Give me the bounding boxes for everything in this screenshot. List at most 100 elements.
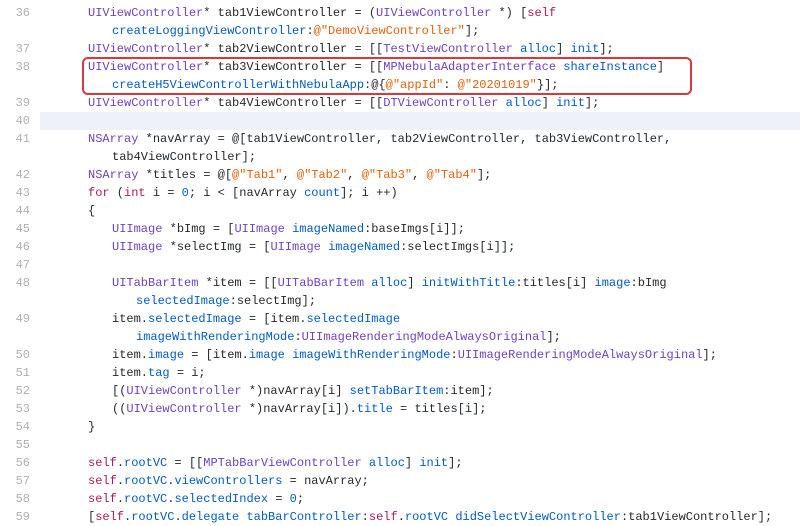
- code-token: 0: [290, 492, 297, 506]
- code-token: UITabBarItem: [112, 276, 198, 290]
- code-line[interactable]: [40, 256, 800, 274]
- code-token: [239, 510, 246, 524]
- code-token: ];: [465, 24, 479, 38]
- code-token: * tab2ViewController = [[: [203, 42, 383, 56]
- code-line[interactable]: for (int i = 0; i < [navArray count]; i …: [40, 184, 800, 202]
- code-line[interactable]: item.tag = i;: [40, 364, 800, 382]
- code-token: UIViewController: [88, 96, 203, 110]
- code-token: @"DemoViewController": [314, 24, 465, 38]
- code-token: count: [304, 186, 340, 200]
- code-token: .: [117, 492, 124, 506]
- code-token: UIImage: [234, 222, 284, 236]
- code-token: UIViewController: [88, 42, 203, 56]
- code-editor: 3637383940414243444546474849505152535455…: [0, 0, 800, 500]
- code-area[interactable]: UIViewController * tab1ViewController = (…: [40, 0, 800, 500]
- code-line[interactable]: item.selectedImage = [item.selectedImage: [40, 310, 800, 328]
- code-line[interactable]: UIImage *bImg = [UIImage imageNamed:base…: [40, 220, 800, 238]
- line-number: 40: [0, 112, 30, 130]
- line-number: 45: [0, 220, 30, 238]
- code-token: *item = [[: [198, 276, 277, 290]
- code-token: :baseImgs[i]];: [364, 222, 465, 236]
- code-token: tab4ViewController];: [112, 150, 256, 164]
- line-number-gutter: 3637383940414243444546474849505152535455…: [0, 0, 40, 500]
- code-token: = [[: [167, 456, 203, 470]
- code-line[interactable]: createH5ViewControllerWithNebulaApp:@{@"…: [40, 76, 800, 94]
- code-token: rootVC: [405, 510, 448, 524]
- code-token: self: [88, 492, 117, 506]
- code-token: shareInstance: [563, 60, 657, 74]
- code-token: UIViewController: [88, 60, 203, 74]
- code-token: image: [249, 348, 285, 362]
- code-line[interactable]: }: [40, 418, 800, 436]
- code-line[interactable]: createLoggingViewController:@"DemoViewCo…: [40, 22, 800, 40]
- line-number: 56: [0, 454, 30, 472]
- code-token: initWithTitle: [422, 276, 516, 290]
- code-line[interactable]: UIImage *selectImg = [UIImage imageNamed…: [40, 238, 800, 256]
- code-token: selectedImage: [136, 294, 230, 308]
- code-token: [362, 456, 369, 470]
- code-token: item.: [112, 366, 148, 380]
- code-token: ]: [556, 42, 570, 56]
- code-token: NSArray: [88, 168, 138, 182]
- code-line[interactable]: imageWithRenderingMode:UIImageRenderingM…: [40, 328, 800, 346]
- code-line[interactable]: selectedImage:selectImg];: [40, 292, 800, 310]
- code-line[interactable]: ((UIViewController *)navArray[i]).title …: [40, 400, 800, 418]
- code-line[interactable]: [(UIViewController *)navArray[i] setTabB…: [40, 382, 800, 400]
- line-number: 49: [0, 310, 30, 328]
- code-line[interactable]: NSArray *titles = @[@"Tab1", @"Tab2", @"…: [40, 166, 800, 184]
- code-token: :selectImg];: [230, 294, 316, 308]
- code-token: ]: [542, 96, 556, 110]
- code-token: ];: [448, 456, 462, 470]
- code-token: [513, 42, 520, 56]
- code-token: UIImage: [270, 240, 320, 254]
- code-token: UIViewController: [126, 402, 241, 416]
- line-number: 53: [0, 400, 30, 418]
- code-line[interactable]: tab4ViewController];: [40, 148, 800, 166]
- code-token: *navArray = @[tab1ViewController, tab2Vi…: [138, 132, 671, 146]
- code-token: = titles[i];: [393, 402, 487, 416]
- code-line[interactable]: self.rootVC.viewControllers = navArray;: [40, 472, 800, 490]
- code-line[interactable]: [40, 112, 800, 130]
- code-token: = [item.: [242, 312, 307, 326]
- code-line[interactable]: UIViewController* tab2ViewController = […: [40, 40, 800, 58]
- line-number: 44: [0, 202, 30, 220]
- code-token: tabBarController: [246, 510, 361, 524]
- code-line[interactable]: [self.rootVC.delegate tabBarController:s…: [40, 508, 800, 526]
- code-token: init: [556, 96, 585, 110]
- code-token: rootVC: [131, 510, 174, 524]
- code-line[interactable]: UITabBarItem *item = [[UITabBarItem allo…: [40, 274, 800, 292]
- code-token: rootVC: [124, 474, 167, 488]
- code-token: *)navArray[i]).: [242, 402, 357, 416]
- code-token: alloc: [520, 42, 556, 56]
- code-line[interactable]: UIViewController* tab1ViewController = (…: [40, 4, 800, 22]
- code-token: [(: [112, 384, 126, 398]
- code-token: UIImageRenderingModeAlwaysOriginal: [302, 330, 547, 344]
- code-token: TestViewController: [383, 42, 513, 56]
- code-line[interactable]: self.rootVC = [[MPTabBarViewController a…: [40, 454, 800, 472]
- code-token: ; i < [navArray: [189, 186, 304, 200]
- code-token: ];: [546, 330, 560, 344]
- code-line[interactable]: {: [40, 202, 800, 220]
- line-number: 57: [0, 472, 30, 490]
- code-line[interactable]: self.rootVC.selectedIndex = 0;: [40, 490, 800, 508]
- code-line[interactable]: NSArray *navArray = @[tab1ViewController…: [40, 130, 800, 148]
- code-token: delegate: [182, 510, 240, 524]
- code-token: * tab4ViewController = [[: [203, 96, 383, 110]
- code-token: ];: [703, 348, 717, 362]
- code-token: [285, 222, 292, 236]
- code-token: init: [419, 456, 448, 470]
- code-token: :item];: [443, 384, 493, 398]
- code-line[interactable]: item.image = [item.image imageWithRender…: [40, 346, 800, 364]
- code-token: {: [88, 204, 95, 218]
- code-token: MPNebulaAdapterInterface: [383, 60, 556, 74]
- code-line[interactable]: UIViewController* tab3ViewController = […: [40, 58, 800, 76]
- line-number: 39: [0, 94, 30, 112]
- code-token: ,: [282, 168, 296, 182]
- code-token: }: [88, 420, 95, 434]
- code-line[interactable]: UIViewController* tab4ViewController = […: [40, 94, 800, 112]
- code-token: * tab3ViewController = [[: [203, 60, 383, 74]
- code-line[interactable]: [40, 436, 800, 454]
- code-token: createH5ViewControllerWithNebulaApp: [112, 78, 364, 92]
- code-token: * tab1ViewController = (: [203, 6, 376, 20]
- code-token: UITabBarItem: [278, 276, 364, 290]
